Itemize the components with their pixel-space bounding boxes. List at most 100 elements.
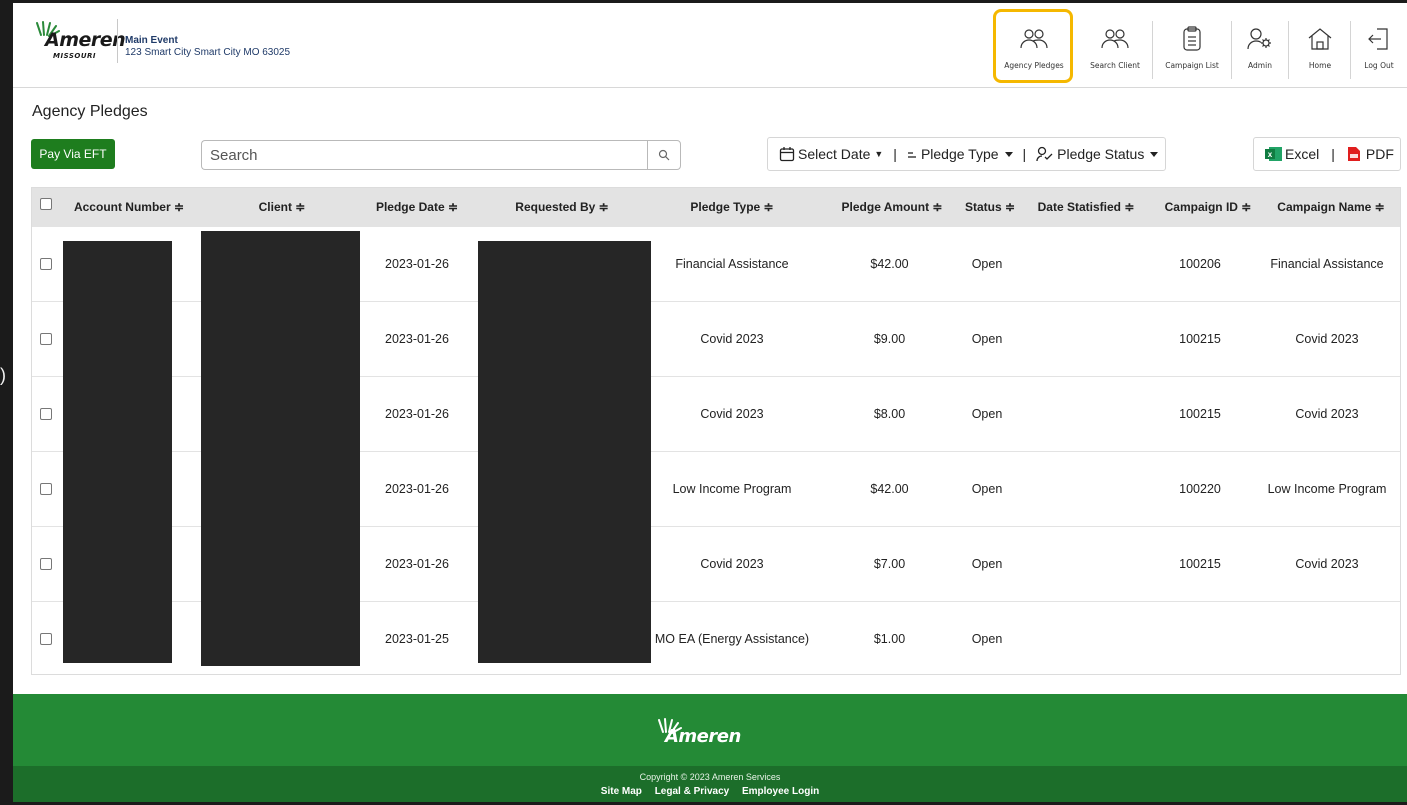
date-satisfied-cell xyxy=(1027,227,1145,302)
pledge-amount-cell: $7.00 xyxy=(873,557,906,571)
footer-links: Site Map Legal & Privacy Employee Login xyxy=(13,786,1407,797)
pledge-type-filter[interactable]: Pledge Type xyxy=(907,146,1013,162)
export-excel-button[interactable]: x Excel xyxy=(1265,146,1319,162)
pledges-table: Account Number ≑ Client ≑ Pledge Date ≑ … xyxy=(31,187,1401,675)
redacted-requested-by xyxy=(478,241,651,663)
nav-admin[interactable]: Admin xyxy=(1235,3,1285,87)
footer-bar: Copyright © 2023 Ameren Services Site Ma… xyxy=(13,766,1407,802)
pledge-type-cell: Low Income Program xyxy=(672,482,792,496)
export-pdf-button[interactable]: PDF xyxy=(1347,146,1394,162)
col-status[interactable]: Status ≑ xyxy=(957,188,1023,227)
sort-lines-icon xyxy=(907,152,916,158)
col-campaign-name[interactable]: Campaign Name ≑ xyxy=(1266,188,1396,227)
pledge-date-cell: 2023-01-26 xyxy=(385,557,449,571)
campaign-id-cell: 100220 xyxy=(1179,482,1221,496)
row-checkbox[interactable] xyxy=(40,558,52,570)
pledge-date-cell: 2023-01-26 xyxy=(385,257,449,271)
nav-home[interactable]: Home xyxy=(1293,3,1347,87)
nav-search-client[interactable]: Search Client xyxy=(1081,3,1149,87)
nav-label: Admin xyxy=(1248,61,1272,70)
search-input[interactable] xyxy=(201,140,647,170)
calendar-icon xyxy=(779,147,795,162)
filter-separator: | xyxy=(1022,146,1027,162)
footer-logo[interactable]: Ameren xyxy=(653,714,773,754)
row-checkbox[interactable] xyxy=(40,408,52,420)
date-satisfied-cell xyxy=(1027,452,1145,527)
redacted-client-names xyxy=(201,231,360,666)
pdf-icon xyxy=(1347,147,1360,161)
logout-icon xyxy=(1367,25,1391,53)
user-gear-icon xyxy=(1247,25,1273,53)
clipboard-icon xyxy=(1182,25,1202,53)
select-date-filter[interactable]: Select Date ▼ xyxy=(779,146,883,162)
row-checkbox[interactable] xyxy=(40,483,52,495)
nav-log-out[interactable]: Log Out xyxy=(1353,3,1405,87)
row-checkbox[interactable] xyxy=(40,633,52,645)
nav-label: Home xyxy=(1308,61,1332,70)
pledge-status-label: Pledge Status xyxy=(1057,146,1145,162)
campaign-id-cell xyxy=(1155,602,1245,674)
pledge-amount-cell: $9.00 xyxy=(873,332,906,346)
event-address: 123 Smart City Smart City MO 63025 xyxy=(125,47,291,58)
campaign-name-cell: Covid 2023 xyxy=(1295,557,1359,571)
pledge-type-label: Pledge Type xyxy=(920,146,999,162)
svg-text:x: x xyxy=(1268,150,1273,159)
search-button[interactable] xyxy=(647,140,681,170)
select-date-label: Select Date xyxy=(798,146,871,162)
status-cell: Open xyxy=(971,407,1003,421)
date-satisfied-cell xyxy=(1027,302,1145,377)
campaign-id-cell: 100206 xyxy=(1179,257,1221,271)
nav-divider xyxy=(1231,21,1232,79)
site-footer: Ameren Copyright © 2023 Ameren Services … xyxy=(13,694,1407,802)
ameren-logo[interactable]: Ameren MISSOURI xyxy=(31,19,126,63)
logo-wordmark: Ameren xyxy=(45,29,126,51)
nav-divider xyxy=(1350,21,1351,79)
campaign-name-cell: Low Income Program xyxy=(1267,482,1387,496)
nav-campaign-list[interactable]: Campaign List xyxy=(1156,3,1228,87)
site-map-link[interactable]: Site Map xyxy=(601,786,642,797)
nav-divider xyxy=(1288,21,1289,79)
campaign-name-cell: Covid 2023 xyxy=(1295,407,1359,421)
pledge-date-cell: 2023-01-26 xyxy=(385,407,449,421)
col-pledge-amount[interactable]: Pledge Amount ≑ xyxy=(832,188,952,227)
col-requested-by[interactable]: Requested By ≑ xyxy=(492,188,632,227)
campaign-name-cell: Financial Assistance xyxy=(1270,257,1384,271)
pledge-amount-cell: $8.00 xyxy=(873,407,906,421)
row-checkbox[interactable] xyxy=(40,333,52,345)
home-icon xyxy=(1307,25,1333,53)
legal-privacy-link[interactable]: Legal & Privacy xyxy=(655,786,729,797)
chevron-down-icon: ▼ xyxy=(874,149,884,159)
employee-login-link[interactable]: Employee Login xyxy=(742,786,819,797)
select-all-checkbox[interactable] xyxy=(40,198,52,210)
filter-separator: | xyxy=(893,146,897,162)
nav-label: Campaign List xyxy=(1165,61,1219,70)
window-frame-left xyxy=(0,0,13,805)
col-date-satisfied[interactable]: Date Statisfied ≑ xyxy=(1027,188,1145,227)
pledge-amount-cell: $42.00 xyxy=(870,482,909,496)
status-cell: Open xyxy=(971,482,1003,496)
user-check-icon xyxy=(1036,146,1053,162)
pledge-type-cell: MO EA (Energy Assistance) xyxy=(654,632,810,646)
event-name: Main Event xyxy=(125,35,178,46)
pledge-type-cell: Financial Assistance xyxy=(675,257,789,271)
search-icon xyxy=(658,149,670,161)
pay-via-eft-button[interactable]: Pay Via EFT xyxy=(31,139,115,169)
status-cell: Open xyxy=(971,557,1003,571)
app-header: Ameren MISSOURI Main Event 123 Smart Cit… xyxy=(13,3,1407,88)
row-checkbox[interactable] xyxy=(40,258,52,270)
page-title: Agency Pledges xyxy=(32,103,148,120)
users-icon xyxy=(1100,25,1130,53)
col-client[interactable]: Client ≑ xyxy=(232,188,332,227)
footer-logo-wordmark: Ameren xyxy=(665,726,741,747)
campaign-id-cell: 100215 xyxy=(1179,332,1221,346)
col-pledge-type[interactable]: Pledge Type ≑ xyxy=(662,188,802,227)
pledge-type-cell: Covid 2023 xyxy=(700,407,764,421)
col-pledge-date[interactable]: Pledge Date ≑ xyxy=(362,188,472,227)
pledge-type-cell: Covid 2023 xyxy=(700,332,764,346)
pledge-status-filter[interactable]: Pledge Status xyxy=(1036,146,1159,162)
col-account-number[interactable]: Account Number ≑ xyxy=(64,188,194,227)
export-separator: | xyxy=(1331,146,1335,162)
col-campaign-id[interactable]: Campaign ID ≑ xyxy=(1155,188,1261,227)
status-cell: Open xyxy=(971,332,1003,346)
pledge-date-cell: 2023-01-26 xyxy=(385,482,449,496)
